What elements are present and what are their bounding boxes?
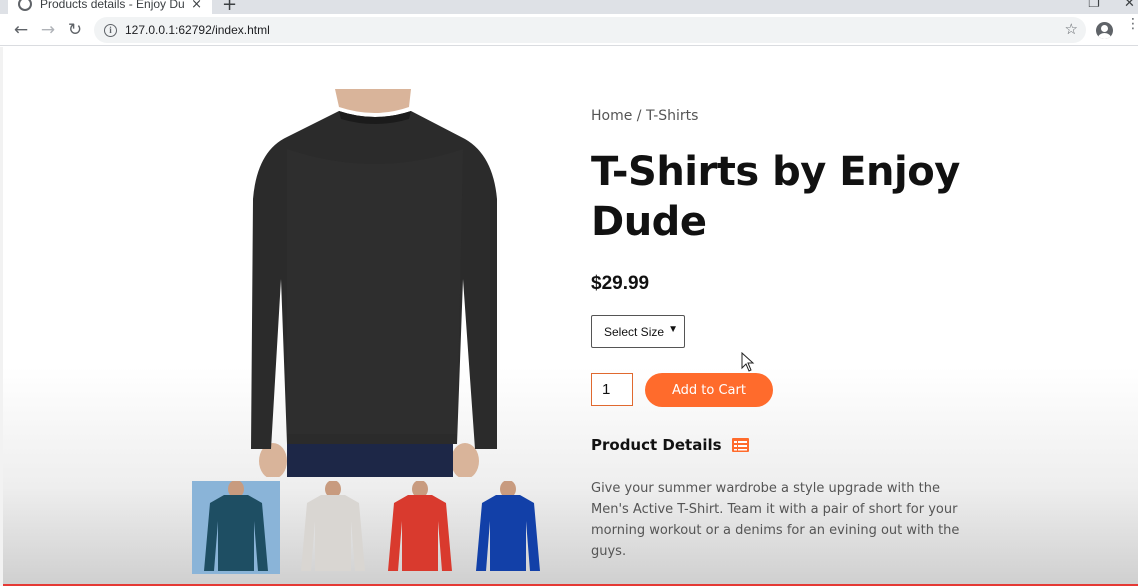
reload-icon[interactable]: ↻ xyxy=(64,19,86,41)
site-info-icon[interactable]: i xyxy=(104,23,117,37)
thumbnail-1[interactable] xyxy=(192,481,280,574)
product-description: Give your summer wardrobe a style upgrad… xyxy=(591,481,960,559)
quantity-input[interactable]: 1 xyxy=(591,373,633,406)
browser-tab[interactable]: Products details - Enjoy Dude × xyxy=(8,0,212,14)
profile-icon[interactable] xyxy=(1096,22,1113,39)
browser-toolbar: ← → ↻ i 127.0.0.1:62792/index.html ☆ ⋮ xyxy=(0,14,1138,46)
bookmark-star-icon[interactable]: ☆ xyxy=(1065,20,1078,38)
product-price: $29.99 xyxy=(591,273,650,294)
restore-window-icon[interactable]: ❐ xyxy=(1088,0,1100,11)
new-tab-button[interactable]: + xyxy=(222,0,237,15)
browser-window: Products details - Enjoy Dude × + ❐ ✕ ← … xyxy=(0,0,1138,586)
url-text[interactable]: 127.0.0.1:62792/index.html xyxy=(125,23,270,37)
back-icon[interactable]: ← xyxy=(10,19,32,41)
close-tab-icon[interactable]: × xyxy=(191,0,202,12)
thumbnail-3[interactable] xyxy=(376,481,464,574)
close-window-icon[interactable]: ✕ xyxy=(1124,0,1135,11)
product-title: T-Shirts by Enjoy Dude xyxy=(591,149,960,245)
forward-icon[interactable]: → xyxy=(37,19,59,41)
browser-menu-icon[interactable]: ⋮ xyxy=(1126,17,1138,31)
globe-icon xyxy=(18,0,32,11)
tab-title: Products details - Enjoy Dude xyxy=(40,0,186,11)
page-content: Home / T-Shirts T-Shirts by Enjoy Dude $… xyxy=(0,47,1138,586)
thumbnail-4[interactable] xyxy=(464,481,552,574)
product-details-label: Product Details xyxy=(591,436,722,454)
chevron-down-icon: ▼ xyxy=(668,324,678,335)
mouse-cursor-icon xyxy=(741,352,755,372)
tab-strip: Products details - Enjoy Dude × + ❐ ✕ xyxy=(0,0,1138,15)
main-product-image xyxy=(243,89,507,477)
size-select-value: Select Size xyxy=(604,324,665,339)
thumbnail-2[interactable] xyxy=(289,481,377,574)
address-bar[interactable]: i 127.0.0.1:62792/index.html ☆ xyxy=(94,17,1086,43)
breadcrumb[interactable]: Home / T-Shirts xyxy=(591,108,698,124)
size-select[interactable]: Select Size ▼ xyxy=(591,315,685,348)
product-details-heading: Product Details xyxy=(591,436,749,454)
add-to-cart-button[interactable]: Add to Cart xyxy=(645,373,773,407)
thumbnail-gallery xyxy=(192,481,552,575)
list-icon xyxy=(731,438,749,452)
